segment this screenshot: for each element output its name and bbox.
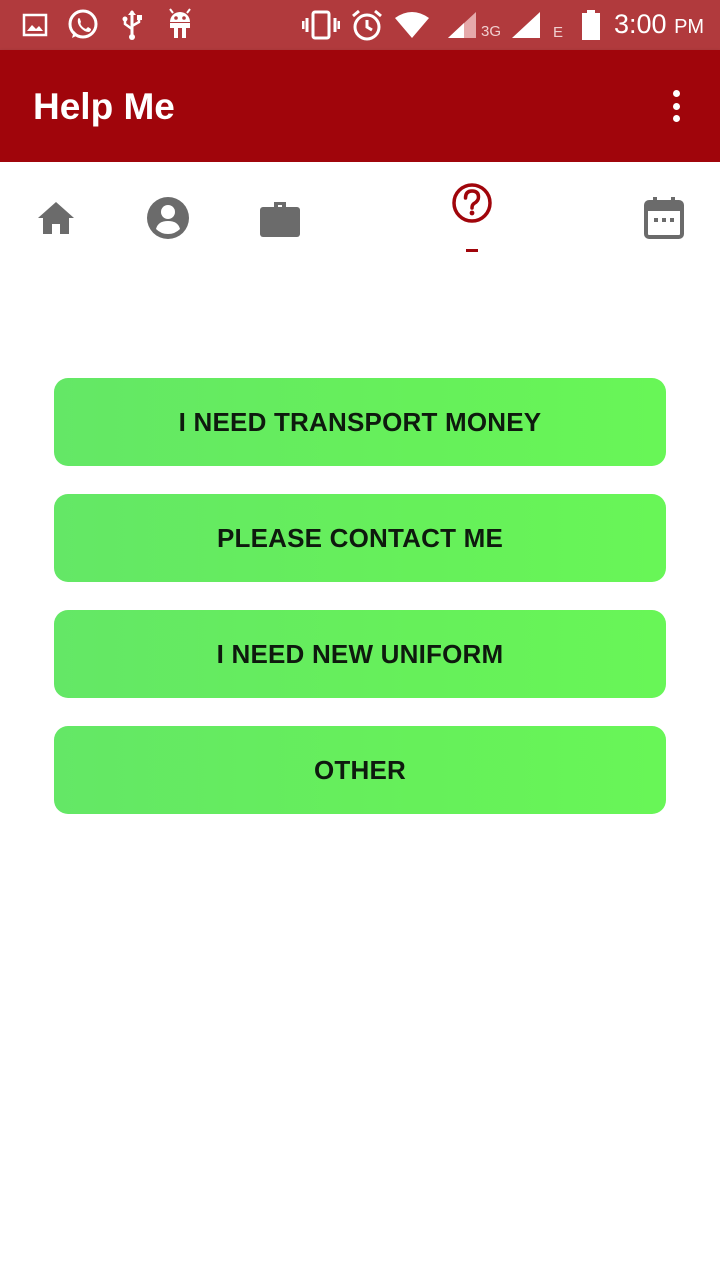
tab-home[interactable] <box>16 162 96 262</box>
tab-help-me[interactable] <box>432 162 512 262</box>
transport-money-button[interactable]: I NEED TRANSPORT MONEY <box>54 378 666 466</box>
signal-icon <box>446 8 478 42</box>
vibrate-icon <box>302 8 340 42</box>
network-3g-label: 3G <box>481 23 502 40</box>
clock-ampm: PM <box>674 16 705 38</box>
battery-icon <box>580 8 602 42</box>
tab-calendar[interactable] <box>624 162 704 262</box>
usb-icon <box>120 8 144 42</box>
more-vert-icon[interactable] <box>660 86 692 126</box>
tab-profile[interactable] <box>128 162 208 262</box>
active-tab-indicator <box>466 249 478 252</box>
briefcase-icon <box>260 202 300 237</box>
contact-me-button[interactable]: PLEASE CONTACT ME <box>54 494 666 582</box>
new-uniform-button[interactable]: I NEED NEW UNIFORM <box>54 610 666 698</box>
status-bar: 3G E 3:00 PM <box>0 0 720 50</box>
clock-time: 3:00 <box>614 9 667 39</box>
help-options-list: I NEED TRANSPORT MONEY PLEASE CONTACT ME… <box>54 378 666 842</box>
other-button[interactable]: OTHER <box>54 726 666 814</box>
wifi-icon <box>394 8 430 42</box>
page-title: Help Me <box>33 86 175 127</box>
app-bar: Help Me <box>0 50 720 162</box>
overflow-dot <box>672 115 680 122</box>
network-e-label: E <box>553 24 564 41</box>
alarm-icon <box>350 8 384 42</box>
help-icon <box>452 183 492 223</box>
signal-icon <box>510 8 542 42</box>
account-icon <box>147 197 189 239</box>
gallery-icon <box>22 8 48 42</box>
overflow-dot <box>672 102 680 110</box>
home-icon <box>38 202 74 234</box>
clock: 3:00 PM <box>614 9 704 40</box>
android-icon <box>166 8 194 42</box>
calendar-icon <box>644 197 684 239</box>
whatsapp-icon <box>66 8 100 42</box>
overflow-dot <box>672 90 680 97</box>
tab-work[interactable] <box>240 162 320 262</box>
tab-bar <box>0 162 720 262</box>
